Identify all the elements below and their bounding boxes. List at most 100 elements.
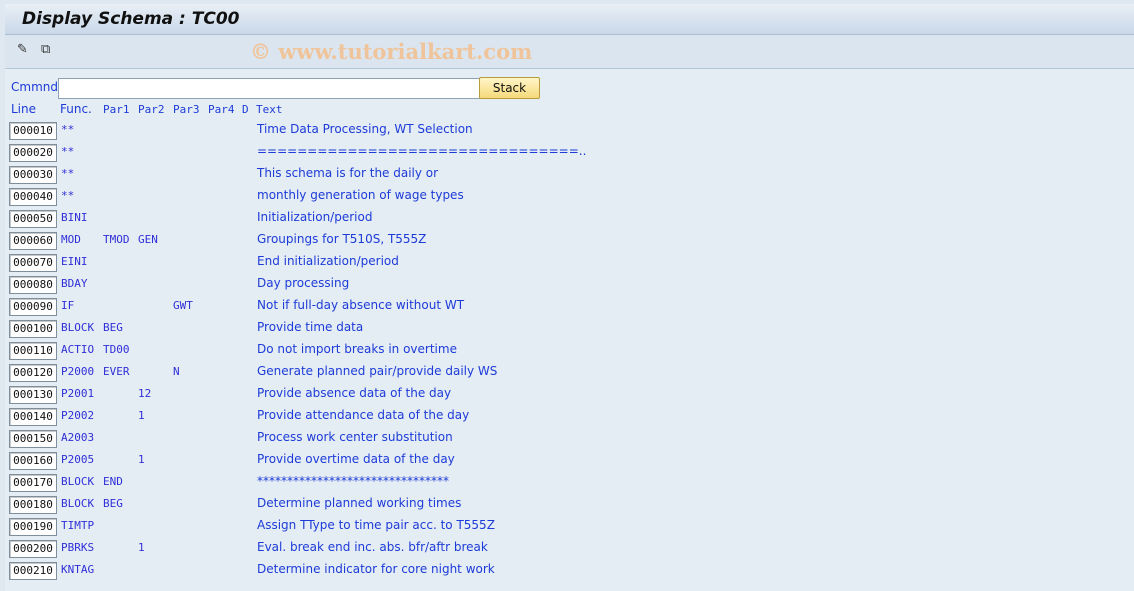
header-par2: Par2 xyxy=(138,103,165,116)
line-number-field[interactable]: 000110 xyxy=(9,342,57,360)
toolbar: ✎ ⧉ © www.tutorialkart.com xyxy=(5,35,1134,69)
table-row: 000170 BLOCK END **************************… xyxy=(0,472,600,494)
cell-text: Determine planned working times xyxy=(257,496,462,510)
cell-par1: TD00 xyxy=(103,343,130,356)
cell-func: BLOCK xyxy=(61,497,95,510)
line-number-field[interactable]: 000120 xyxy=(9,364,57,382)
line-number-field[interactable]: 000030 xyxy=(9,166,57,184)
cell-func: P2000 xyxy=(61,365,95,378)
cell-text: Assign TType to time pair acc. to T555Z xyxy=(257,518,495,532)
line-number-field[interactable]: 000200 xyxy=(9,540,57,558)
header-par3: Par3 xyxy=(173,103,200,116)
cell-text: Provide time data xyxy=(257,320,364,334)
cell-func: BLOCK xyxy=(61,321,95,334)
line-number-field[interactable]: 000040 xyxy=(9,188,57,206)
cell-text: End initialization/period xyxy=(257,254,399,268)
cell-text: Eval. break end inc. abs. bfr/aftr break xyxy=(257,540,488,554)
table-row: 000130 P2001 12 Provide absence data of the… xyxy=(0,384,600,406)
line-number-field[interactable]: 000140 xyxy=(9,408,57,426)
watermark: © www.tutorialkart.com xyxy=(250,39,533,64)
line-number-field[interactable]: 000080 xyxy=(9,276,57,294)
header-par4: Par4 xyxy=(208,103,235,116)
line-number-field[interactable]: 000090 xyxy=(9,298,57,316)
display-change-icon[interactable]: ✎ xyxy=(17,42,28,57)
cell-text: ******************************** xyxy=(257,474,449,488)
cell-par1: BEG xyxy=(103,321,123,334)
cell-func: BDAY xyxy=(61,277,88,290)
line-number-field[interactable]: 000170 xyxy=(9,474,57,492)
stack-button[interactable]: Stack xyxy=(479,77,540,99)
table-row: 000110 ACTIO TD00 Do not import breaks in o… xyxy=(0,340,600,362)
line-number-field[interactable]: 000160 xyxy=(9,452,57,470)
command-label: Cmmnd xyxy=(11,80,58,94)
cell-text: Not if full-day absence without WT xyxy=(257,298,465,312)
table-row: 000190 TIMTP Assign TType to time pair acc… xyxy=(0,516,600,538)
cell-par1: TMOD xyxy=(103,233,130,246)
line-number-field[interactable]: 000020 xyxy=(9,144,57,162)
line-number-field[interactable]: 000010 xyxy=(9,122,57,140)
cell-text: Groupings for T510S, T555Z xyxy=(257,232,427,246)
cell-text: monthly generation of wage types xyxy=(257,188,464,202)
table-row: 000200 PBRKS 1 Eval. break end inc. abs. bf… xyxy=(0,538,600,560)
cell-func: ** xyxy=(61,189,75,202)
cell-func: P2002 xyxy=(61,409,95,422)
cell-func: IF xyxy=(61,299,75,312)
table-row: 000070 EINI End initialization/period xyxy=(0,252,600,274)
cell-func: PBRKS xyxy=(61,541,95,554)
header-func: Func. xyxy=(60,102,92,116)
line-number-field[interactable]: 000100 xyxy=(9,320,57,338)
table-row: 000060 MOD TMOD GEN Groupings for T510S, T55… xyxy=(0,230,600,252)
table-row: 000150 A2003 Process work center substitut… xyxy=(0,428,600,450)
line-number-field[interactable]: 000070 xyxy=(9,254,57,272)
cell-func: ACTIO xyxy=(61,343,95,356)
command-input[interactable] xyxy=(58,78,480,99)
header-d: D xyxy=(242,103,249,116)
cell-par2: 1 xyxy=(138,409,145,422)
cell-func: BLOCK xyxy=(61,475,95,488)
table-row: 000030 ** This schema is for the daily or xyxy=(0,164,600,186)
table-row: 000180 BLOCK BEG Determine planned working … xyxy=(0,494,600,516)
line-number-field[interactable]: 000130 xyxy=(9,386,57,404)
cell-func: TIMTP xyxy=(61,519,95,532)
line-number-field[interactable]: 000210 xyxy=(9,562,57,580)
cell-func: BINI xyxy=(61,211,88,224)
cell-text: Do not import breaks in overtime xyxy=(257,342,457,356)
cell-par1: EVER xyxy=(103,365,130,378)
title-bar: Display Schema : TC00 xyxy=(5,4,1134,35)
table-row: 000210 KNTAG Determine indicator for core … xyxy=(0,560,600,582)
table-row: 000090 IF GWT Not if full-day absence witho… xyxy=(0,296,600,318)
header-par1: Par1 xyxy=(103,103,130,116)
header-line: Line xyxy=(11,102,37,116)
cell-text: Day processing xyxy=(257,276,350,290)
cell-text: Determine indicator for core night work xyxy=(257,562,495,576)
cell-par3: GWT xyxy=(173,299,193,312)
cell-text: Generate planned pair/provide daily WS xyxy=(257,364,498,378)
line-number-field[interactable]: 000060 xyxy=(9,232,57,250)
cell-text: Time Data Processing, WT Selection xyxy=(257,122,473,136)
cell-func: EINI xyxy=(61,255,88,268)
cell-text: Process work center substitution xyxy=(257,430,453,444)
cell-func: P2001 xyxy=(61,387,95,400)
page-title: Display Schema : TC00 xyxy=(22,9,240,29)
table-row: 000010 ** Time Data Processing, WT Selecti… xyxy=(0,120,600,142)
line-number-field[interactable]: 000150 xyxy=(9,430,57,448)
cell-par2: GEN xyxy=(138,233,158,246)
cell-func: MOD xyxy=(61,233,81,246)
line-number-field[interactable]: 000190 xyxy=(9,518,57,536)
cell-text: Provide absence data of the day xyxy=(257,386,452,400)
line-number-field[interactable]: 000180 xyxy=(9,496,57,514)
cell-text: Provide overtime data of the day xyxy=(257,452,455,466)
cell-text: Initialization/period xyxy=(257,210,373,224)
cell-par3: N xyxy=(173,365,180,378)
table-row: 000100 BLOCK BEG Provide time data xyxy=(0,318,600,340)
cell-par2: 1 xyxy=(138,453,145,466)
cell-func: P2005 xyxy=(61,453,95,466)
cell-func: ** xyxy=(61,123,75,136)
line-number-field[interactable]: 000050 xyxy=(9,210,57,228)
cell-par2: 12 xyxy=(138,387,152,400)
cell-text: This schema is for the daily or xyxy=(257,166,439,180)
table-row: 000050 BINI Initialization/period xyxy=(0,208,600,230)
table-row: 000120 P2000 EVER N Generate planned pair/pr… xyxy=(0,362,600,384)
other-object-icon[interactable]: ⧉ xyxy=(41,42,50,57)
cell-func: A2003 xyxy=(61,431,95,444)
